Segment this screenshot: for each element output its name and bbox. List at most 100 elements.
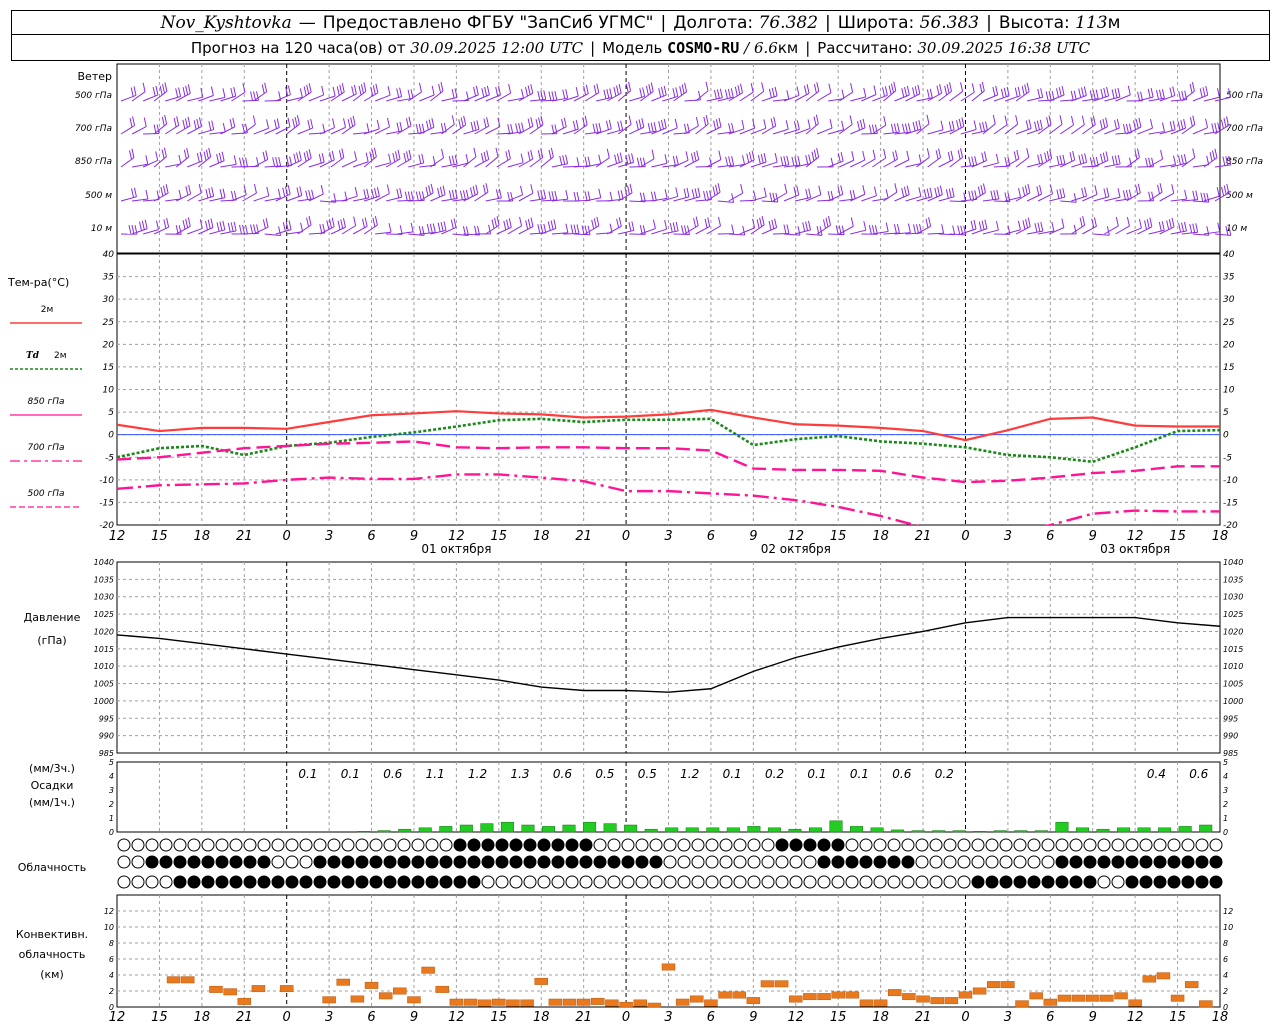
wind-barb-flag <box>724 89 728 99</box>
wind-barb-flag <box>961 117 965 127</box>
wind-barb <box>827 193 843 202</box>
wind-barb-flag <box>1145 157 1149 167</box>
wind-barb-flag <box>813 149 817 160</box>
wind-barb-flag <box>841 89 845 99</box>
wind-barb-flag <box>1171 184 1175 194</box>
y-tick-label: 995 <box>99 714 114 723</box>
y-tick-label: 8 <box>109 939 114 948</box>
wind-barb-flag <box>925 218 929 228</box>
wind-barb-flag <box>780 156 784 166</box>
convective-bar <box>718 991 732 999</box>
wind-barb <box>1181 90 1195 102</box>
wind-barb-flag <box>329 219 332 229</box>
wind-barb-flag <box>794 156 798 166</box>
precip-3h-total: 0.2 <box>935 767 954 781</box>
wind-barb <box>352 161 369 168</box>
wind-barb <box>883 158 898 168</box>
convective-bar <box>732 991 746 999</box>
wind-barb-flag <box>543 189 547 199</box>
cloud-symbol <box>733 875 747 889</box>
wind-barb-flag <box>684 82 688 92</box>
convective-bar <box>817 993 831 1001</box>
wind-barb-flag <box>537 224 541 234</box>
wind-barb-flag <box>287 117 291 127</box>
cloud-symbol <box>215 855 229 869</box>
cloud-symbol <box>1013 855 1027 869</box>
wind-barb-flag <box>675 187 679 197</box>
cloud-symbol <box>467 855 481 869</box>
precip-bar <box>1096 828 1110 833</box>
cloud-symbol <box>971 855 985 869</box>
y-tick-label: 1000 <box>94 697 114 706</box>
precip-bar <box>480 823 494 833</box>
wind-barb-flag <box>1061 218 1065 228</box>
wind-barb-flag <box>272 157 276 167</box>
cloud-symbol <box>453 875 467 889</box>
wind-barb-flag <box>690 153 694 163</box>
y-tick-label: 6 <box>1223 955 1228 964</box>
wind-barb-flag <box>645 85 649 96</box>
wind-barb <box>1004 123 1018 135</box>
convective-bar <box>591 997 605 1005</box>
wind-barb-flag <box>695 216 699 226</box>
wind-barb-flag <box>1202 87 1206 97</box>
wind-barb-flag <box>338 150 342 160</box>
convective-bar <box>1043 998 1058 1006</box>
wind-barb <box>606 225 622 235</box>
wind-barb-flag <box>1081 154 1085 164</box>
wind-barb-flag <box>165 184 169 194</box>
wind-barb-flag <box>396 122 400 132</box>
wind-barb <box>662 95 678 102</box>
wind-barb-flag <box>161 116 165 126</box>
wind-barb-flag <box>205 188 209 199</box>
cloud-symbol <box>929 875 943 889</box>
cloud-symbol <box>425 875 439 889</box>
cloud-symbol <box>985 875 999 889</box>
wind-barb-flag <box>872 149 876 160</box>
wind-barb-flag <box>1078 88 1082 98</box>
wind-barb-flag <box>1024 185 1028 195</box>
cloud-symbol <box>215 875 229 889</box>
wind-barb <box>220 126 236 135</box>
wind-barb-flag <box>757 154 761 165</box>
wind-barb-flag <box>351 86 355 96</box>
wind-barb-flag <box>221 151 225 161</box>
precip-bar <box>911 830 925 833</box>
wind-barb-flag <box>825 217 829 227</box>
wind-barb <box>739 159 755 168</box>
y-tick-label: 1020 <box>1223 627 1243 636</box>
cloud-symbol <box>635 855 649 869</box>
wind-barb <box>430 194 446 202</box>
wind-barb-flag <box>407 89 411 99</box>
wind-barb-flag <box>685 151 689 161</box>
cloud-symbol <box>509 855 523 869</box>
precip-3h-total: 0.1 <box>298 767 317 781</box>
y-tick-label: 3 <box>109 786 114 795</box>
cloud-symbol <box>313 875 327 889</box>
wind-barb-flag <box>660 120 664 130</box>
y-tick-label: 1005 <box>1223 680 1243 689</box>
precip-bar <box>1055 821 1069 833</box>
wind-barb-flag <box>958 118 962 128</box>
cloud-symbol <box>705 875 719 889</box>
cloud-symbol <box>355 838 369 852</box>
wind-barb-flag <box>768 220 772 231</box>
cloud-symbol <box>649 855 663 869</box>
x-tick-label: 18 <box>872 1010 889 1024</box>
wind-barb-flag <box>584 156 588 167</box>
wind-barb-flag <box>1116 118 1120 129</box>
cloud-symbol <box>173 855 187 869</box>
wind-barb-flag <box>141 220 145 230</box>
wind-barb <box>993 124 1008 135</box>
precip-bar <box>459 824 473 833</box>
wind-barb-flag <box>1024 84 1028 94</box>
wind-barb-flag <box>486 117 490 127</box>
wind-barb <box>1137 127 1153 135</box>
wind-barb-flag <box>208 147 212 157</box>
wind-barb-flag <box>923 189 927 199</box>
wind-barb <box>695 226 710 235</box>
wind-barb-flag <box>631 153 635 163</box>
cloud-symbol <box>607 838 621 852</box>
wind-barb-flag <box>628 222 632 232</box>
wind-barb-flag <box>366 123 370 133</box>
